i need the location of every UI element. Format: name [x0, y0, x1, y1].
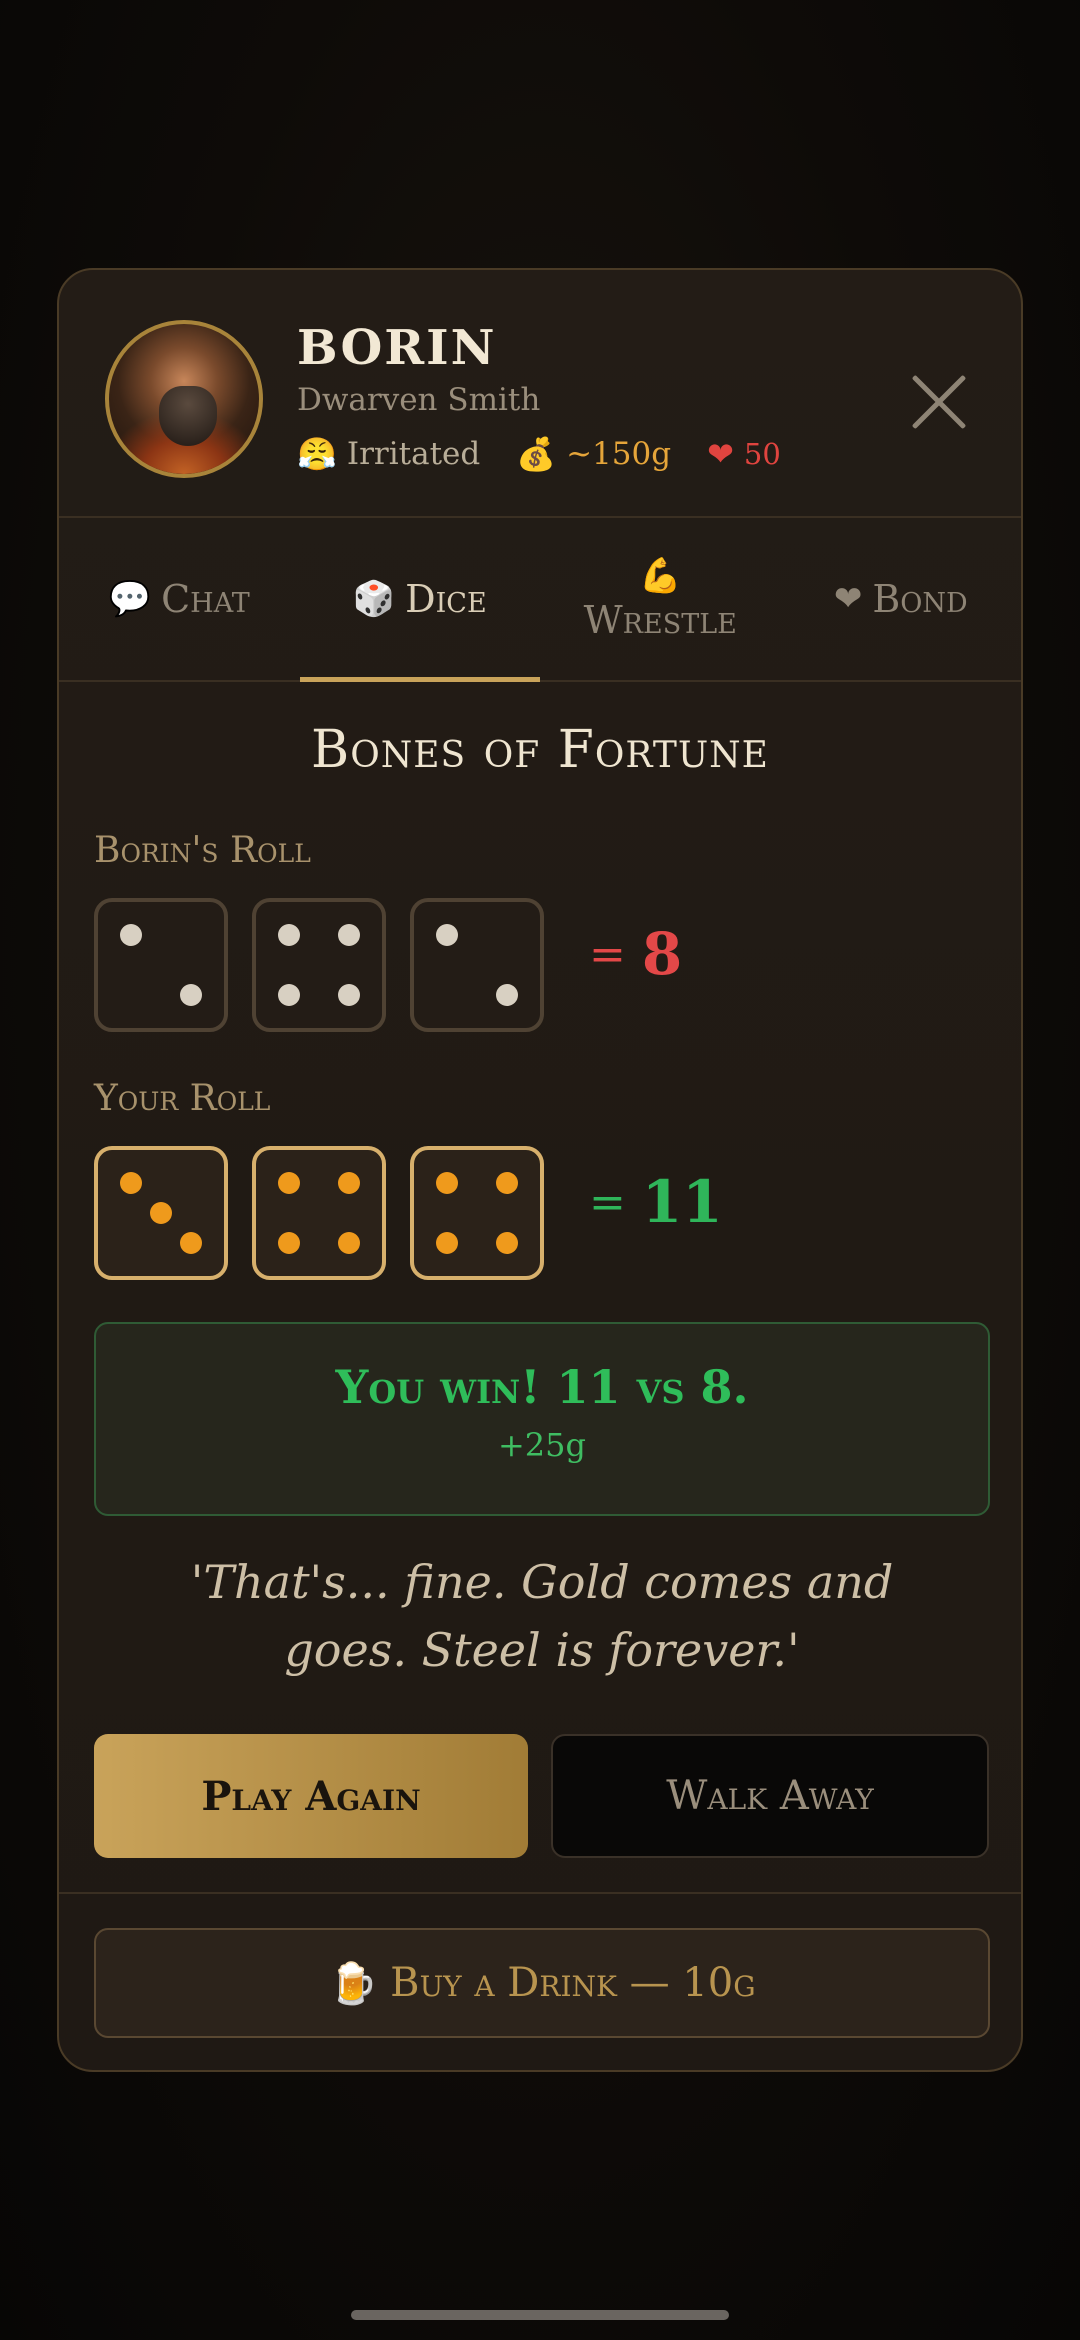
- tab-label: Wrestle: [583, 598, 737, 642]
- gold-text: ~150g: [566, 436, 672, 472]
- die-pip: [119, 923, 142, 946]
- die-pip: [180, 1232, 203, 1255]
- angry-face-icon: 😤: [297, 435, 337, 473]
- npc-stats: 😤 Irritated 💰 ~150g ❤ 50: [297, 436, 781, 472]
- result-panel: You win! 11 vs 8. +25g: [94, 1322, 990, 1516]
- tab-dice[interactable]: 🎲 Dice: [299, 518, 541, 682]
- npc-total: = 8: [589, 920, 682, 988]
- die-pip: [435, 923, 458, 946]
- close-icon[interactable]: [907, 370, 971, 434]
- tab-bond[interactable]: ❤ Bond: [781, 518, 1022, 680]
- tab-wrestle[interactable]: 💪 Wrestle: [540, 518, 781, 680]
- flexed-arm-icon: 💪: [639, 556, 682, 596]
- die-pip: [496, 1171, 519, 1194]
- speech-bubble-icon: 💬: [108, 579, 152, 619]
- mood-text: Irritated: [346, 436, 481, 472]
- mood-stat: 😤 Irritated: [297, 436, 480, 472]
- die-face-4: [252, 1146, 386, 1280]
- beer-mug-icon: 🍺: [328, 1960, 379, 2007]
- npc-roll-label: Borin's Roll: [94, 830, 311, 871]
- die-pip: [277, 984, 300, 1007]
- tab-chat[interactable]: 💬 Chat: [59, 518, 300, 680]
- tab-label: Dice: [405, 577, 487, 621]
- die-pip: [277, 1232, 300, 1255]
- reward-text: +25g: [497, 1426, 586, 1464]
- gold-stat: 💰 ~150g: [516, 436, 671, 472]
- die-pip: [435, 1232, 458, 1255]
- your-total-value: 11: [641, 1168, 723, 1236]
- your-dice-row: [94, 1146, 544, 1280]
- heart-icon: ❤: [707, 435, 734, 473]
- die-pip: [150, 1202, 172, 1224]
- die-pip: [496, 984, 519, 1007]
- buy-drink-button[interactable]: 🍺 Buy a Drink — 10g: [94, 1928, 990, 2038]
- equals-sign: =: [589, 928, 626, 980]
- die-pip: [496, 1232, 519, 1255]
- die-pip: [338, 923, 361, 946]
- walk-away-button[interactable]: Walk Away: [551, 1734, 989, 1858]
- dice-icon: 🎲: [352, 579, 396, 619]
- die-face-2: [94, 898, 228, 1032]
- avatar-dwarf-figure: [159, 386, 217, 446]
- die-pip: [435, 1171, 458, 1194]
- npc-avatar: [105, 320, 263, 478]
- die-face-2: [410, 898, 544, 1032]
- equals-sign: =: [589, 1176, 626, 1228]
- buy-drink-label: Buy a Drink — 10g: [390, 1960, 756, 2006]
- divider: [59, 1892, 1021, 1894]
- your-roll-label: Your Roll: [94, 1078, 271, 1119]
- die-pip: [338, 1232, 361, 1255]
- die-pip: [277, 923, 300, 946]
- npc-total-value: 8: [641, 920, 683, 988]
- die-face-4: [410, 1146, 544, 1280]
- heart-icon: ❤: [833, 579, 863, 619]
- tab-label: Bond: [872, 577, 968, 621]
- your-total: = 11: [589, 1168, 723, 1236]
- affection-value: 50: [743, 437, 781, 471]
- npc-title: Dwarven Smith: [297, 382, 541, 418]
- die-pip: [338, 1171, 361, 1194]
- home-indicator[interactable]: [351, 2310, 729, 2320]
- tab-label: Chat: [161, 577, 250, 621]
- money-bag-icon: 💰: [516, 435, 557, 473]
- npc-interaction-modal: BORIN Dwarven Smith 😤 Irritated 💰 ~150g …: [57, 268, 1023, 2072]
- result-text: You win! 11 vs 8.: [335, 1360, 749, 1414]
- npc-quote: 'That's... fine. Gold comes and goes. St…: [190, 1555, 894, 1677]
- die-pip: [180, 984, 203, 1007]
- npc-name: BORIN: [297, 320, 497, 376]
- affection-stat: ❤ 50: [707, 437, 781, 471]
- play-again-button[interactable]: Play Again: [94, 1734, 528, 1858]
- tab-bar: 💬 Chat 🎲 Dice 💪 Wrestle ❤ Bond: [59, 518, 1021, 682]
- npc-dice-row: [94, 898, 544, 1032]
- game-title: Bones of Fortune: [311, 720, 769, 780]
- die-face-3: [94, 1146, 228, 1280]
- die-pip: [277, 1171, 300, 1194]
- die-face-4: [252, 898, 386, 1032]
- die-pip: [119, 1171, 142, 1194]
- npc-header: BORIN Dwarven Smith 😤 Irritated 💰 ~150g …: [59, 270, 1021, 518]
- die-pip: [338, 984, 361, 1007]
